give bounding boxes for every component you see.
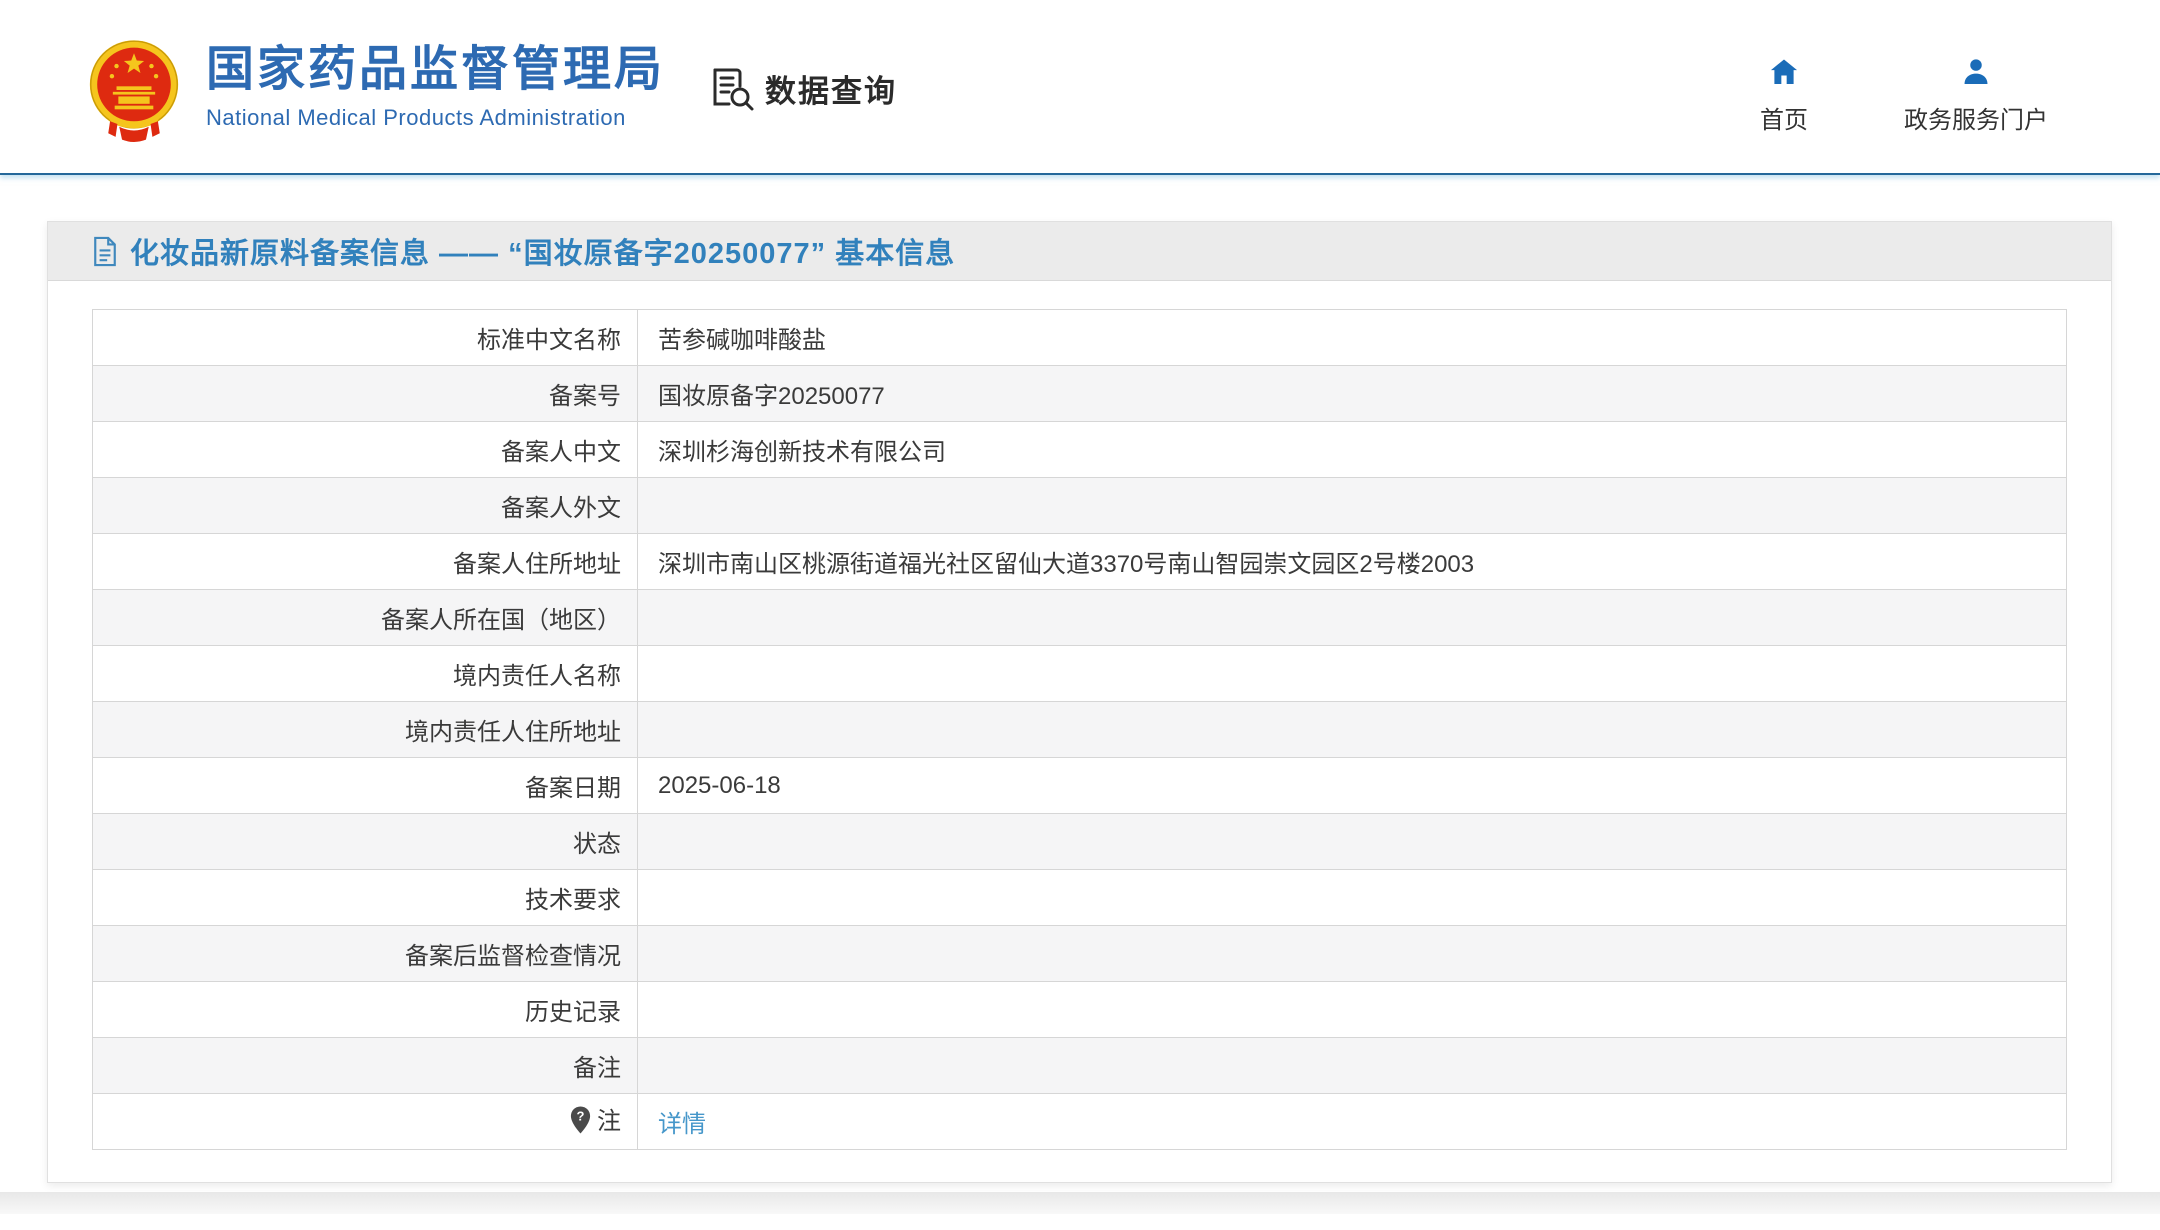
table-row: 备案人外文: [93, 478, 2067, 534]
nav-home[interactable]: 首页: [1760, 56, 1808, 135]
nav-portal[interactable]: 政务服务门户: [1904, 56, 2048, 135]
row-label: 备案后监督检查情况: [93, 926, 638, 982]
table-row: 备案号 国妆原备字20250077: [93, 366, 2067, 422]
data-query-icon: [707, 64, 755, 112]
site-subtitle: National Medical Products Administration: [206, 105, 665, 131]
document-icon: [92, 236, 118, 267]
row-value: [638, 1038, 2067, 1094]
row-label: 备案人中文: [93, 422, 638, 478]
section-title: 化妆品新原料备案信息 —— “国妆原备字20250077” 基本信息: [130, 230, 955, 272]
row-value: [638, 814, 2067, 870]
row-label: 历史记录: [93, 982, 638, 1038]
table-row: 技术要求: [93, 870, 2067, 926]
table-row: 备案日期 2025-06-18: [93, 758, 2067, 814]
national-emblem-icon: [88, 38, 180, 142]
row-value: [638, 870, 2067, 926]
table-row: 备案人所在国（地区）: [93, 590, 2067, 646]
row-label: 备案号: [93, 366, 638, 422]
table-row: 备案人中文 深圳杉海创新技术有限公司: [93, 422, 2067, 478]
section-header: 化妆品新原料备案信息 —— “国妆原备字20250077” 基本信息: [48, 222, 2111, 281]
nav-home-label: 首页: [1760, 100, 1808, 135]
table-row: 境内责任人名称: [93, 646, 2067, 702]
pin-icon: ?: [568, 1105, 593, 1142]
table-row: 境内责任人住所地址: [93, 702, 2067, 758]
row-value: 2025-06-18: [638, 758, 2067, 814]
nav-portal-label: 政务服务门户: [1904, 100, 2048, 135]
brand-text: 国家药品监督管理局 National Medical Products Admi…: [206, 38, 665, 131]
table-row: 标准中文名称 苦参碱咖啡酸盐: [93, 310, 2067, 366]
table-row: 备案后监督检查情况: [93, 926, 2067, 982]
row-value: [638, 590, 2067, 646]
footer-band: [0, 1192, 2160, 1214]
row-label: 状态: [93, 814, 638, 870]
home-icon: [1768, 56, 1800, 88]
row-label: 注: [597, 1108, 621, 1135]
table-row: 备注: [93, 1038, 2067, 1094]
row-label-note: ? 注: [93, 1094, 638, 1150]
row-value: 深圳杉海创新技术有限公司: [638, 422, 2067, 478]
row-value: [638, 926, 2067, 982]
table-row: 状态: [93, 814, 2067, 870]
svg-text:?: ?: [577, 1109, 585, 1124]
row-value: 国妆原备字20250077: [638, 366, 2067, 422]
table-row: ? 注 详情: [93, 1094, 2067, 1150]
row-label: 标准中文名称: [93, 310, 638, 366]
row-value: 详情: [638, 1094, 2067, 1150]
info-table-wrap: 标准中文名称 苦参碱咖啡酸盐 备案号 国妆原备字20250077 备案人中文 深…: [48, 281, 2111, 1182]
row-label: 备案人住所地址: [93, 534, 638, 590]
row-value: [638, 478, 2067, 534]
info-table: 标准中文名称 苦参碱咖啡酸盐 备案号 国妆原备字20250077 备案人中文 深…: [92, 309, 2067, 1150]
row-label: 备案人所在国（地区）: [93, 590, 638, 646]
row-value: [638, 702, 2067, 758]
data-query-nav[interactable]: 数据查询: [707, 64, 897, 112]
table-row: 历史记录: [93, 982, 2067, 1038]
table-row: 备案人住所地址 深圳市南山区桃源街道福光社区留仙大道3370号南山智园崇文园区2…: [93, 534, 2067, 590]
row-label: 境内责任人名称: [93, 646, 638, 702]
row-label: 境内责任人住所地址: [93, 702, 638, 758]
content-card: 化妆品新原料备案信息 —— “国妆原备字20250077” 基本信息 标准中文名…: [47, 221, 2112, 1183]
row-label: 备案日期: [93, 758, 638, 814]
row-label: 备案人外文: [93, 478, 638, 534]
header-nav: 首页 政务服务门户: [1760, 56, 2048, 135]
user-icon: [1960, 56, 1992, 88]
detail-link[interactable]: 详情: [658, 1111, 706, 1138]
row-value: [638, 646, 2067, 702]
row-value: [638, 982, 2067, 1038]
row-label: 备注: [93, 1038, 638, 1094]
site-header: 国家药品监督管理局 National Medical Products Admi…: [0, 0, 2160, 175]
data-query-label: 数据查询: [765, 66, 897, 111]
site-logo-brand[interactable]: 国家药品监督管理局 National Medical Products Admi…: [88, 38, 665, 142]
row-label: 技术要求: [93, 870, 638, 926]
row-value: 苦参碱咖啡酸盐: [638, 310, 2067, 366]
row-value: 深圳市南山区桃源街道福光社区留仙大道3370号南山智园崇文园区2号楼2003: [638, 534, 2067, 590]
site-title: 国家药品监督管理局: [206, 44, 665, 97]
